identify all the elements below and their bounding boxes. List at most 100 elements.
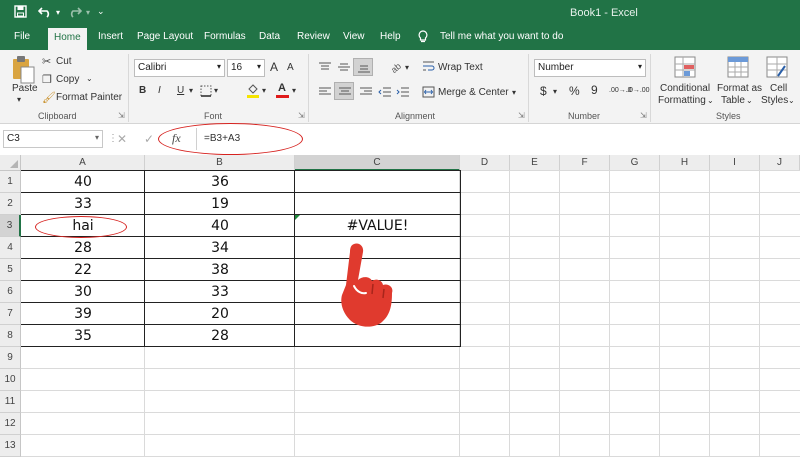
cell-b8[interactable]: 28 (145, 325, 295, 347)
orientation-icon[interactable]: ab (389, 60, 404, 77)
undo-dropdown-icon[interactable]: ▾ (56, 8, 60, 17)
tab-data[interactable]: Data (259, 31, 280, 42)
underline-dropdown-icon[interactable]: ▾ (189, 86, 193, 95)
currency-button[interactable]: $ (540, 84, 547, 98)
format-painter-icon[interactable]: 🖌 (42, 91, 56, 104)
align-middle-icon[interactable] (337, 62, 351, 75)
alignment-launcher-icon[interactable]: ⇲ (518, 111, 525, 120)
row-header-9[interactable]: 9 (0, 347, 21, 369)
cell-styles-dropdown-icon[interactable]: ⌄ (788, 96, 795, 105)
underline-button[interactable]: U (177, 85, 184, 96)
redo-dropdown-icon[interactable]: ▾ (86, 8, 90, 17)
row-header-8[interactable]: 8 (0, 325, 21, 347)
tab-home[interactable]: Home (48, 28, 87, 50)
align-left-icon[interactable] (318, 87, 332, 100)
copy-button[interactable]: Copy (56, 74, 79, 85)
fill-color-dropdown-icon[interactable]: ▾ (262, 86, 266, 95)
tab-file[interactable]: File (14, 31, 30, 42)
cut-button[interactable]: Cut (56, 56, 72, 67)
currency-dropdown-icon[interactable]: ▾ (553, 87, 557, 96)
customize-toolbar-icon[interactable]: ⌄ (97, 6, 105, 17)
cell-a5[interactable]: 22 (21, 259, 145, 281)
paste-dropdown-icon[interactable]: ▾ (17, 95, 21, 104)
merge-dropdown-icon[interactable]: ▾ (512, 88, 516, 97)
row-header-11[interactable]: 11 (0, 391, 21, 413)
tell-me-search[interactable]: Tell me what you want to do (440, 31, 563, 42)
increase-indent-icon[interactable] (396, 87, 410, 100)
column-header-g[interactable]: G (610, 155, 660, 171)
cell-a2[interactable]: 33 (21, 193, 145, 215)
row-header-3[interactable]: 3 (0, 215, 21, 237)
font-size-select[interactable]: 16 ▾ (227, 59, 265, 77)
font-color-dropdown-icon[interactable]: ▾ (292, 86, 296, 95)
cell-b6[interactable]: 33 (145, 281, 295, 303)
percent-button[interactable]: % (569, 84, 580, 98)
font-launcher-icon[interactable]: ⇲ (298, 111, 305, 120)
column-header-h[interactable]: H (660, 155, 710, 171)
cell-styles-icon[interactable] (766, 56, 788, 81)
tab-view[interactable]: View (343, 31, 365, 42)
row-header-5[interactable]: 5 (0, 259, 21, 281)
row-header-10[interactable]: 10 (0, 369, 21, 391)
conditional-dropdown-icon[interactable]: ⌄ (707, 96, 714, 105)
row-header-13[interactable]: 13 (0, 435, 21, 457)
redo-icon[interactable] (68, 5, 83, 21)
borders-dropdown-icon[interactable]: ▾ (214, 86, 218, 95)
copy-icon[interactable]: ❐ (42, 73, 52, 86)
undo-icon[interactable] (37, 5, 52, 21)
cell-a8[interactable]: 35 (21, 325, 145, 347)
borders-icon[interactable] (200, 85, 212, 100)
tab-formulas[interactable]: Formulas (204, 31, 246, 42)
cell-b3[interactable]: 40 (145, 215, 295, 237)
wrap-text-icon[interactable] (422, 60, 435, 75)
align-center-icon[interactable] (334, 82, 354, 100)
italic-button[interactable]: I (158, 85, 161, 96)
paste-button[interactable]: Paste (12, 83, 38, 94)
tab-insert[interactable]: Insert (98, 31, 123, 42)
cell-a4[interactable]: 28 (21, 237, 145, 259)
fill-color-icon[interactable] (246, 83, 260, 101)
format-table-dropdown-icon[interactable]: ⌄ (746, 96, 753, 105)
orientation-dropdown-icon[interactable]: ▾ (405, 63, 409, 72)
column-header-a[interactable]: A (21, 155, 145, 171)
column-header-j[interactable]: J (760, 155, 800, 171)
font-name-select[interactable]: Calibri ▾ (134, 59, 225, 77)
column-header-e[interactable]: E (510, 155, 560, 171)
select-all-corner[interactable] (0, 155, 21, 171)
tab-review[interactable]: Review (297, 31, 330, 42)
cell-styles-button[interactable]: Cell (770, 83, 787, 94)
clipboard-launcher-icon[interactable]: ⇲ (118, 111, 125, 120)
row-header-12[interactable]: 12 (0, 413, 21, 435)
cancel-icon[interactable]: ✕ (117, 132, 127, 146)
column-header-f[interactable]: F (560, 155, 610, 171)
row-header-1[interactable]: 1 (0, 171, 21, 193)
align-right-icon[interactable] (359, 87, 373, 100)
comma-style-button[interactable]: 9 (591, 83, 598, 97)
row-header-6[interactable]: 6 (0, 281, 21, 303)
format-as-table-icon[interactable] (727, 56, 749, 81)
paste-icon[interactable] (10, 55, 36, 85)
name-box[interactable]: C3 ▾ (3, 130, 103, 148)
column-header-d[interactable]: D (460, 155, 510, 171)
conditional-formatting-button[interactable]: Conditional (660, 83, 710, 94)
column-header-b[interactable]: B (145, 155, 295, 171)
number-launcher-icon[interactable]: ⇲ (640, 111, 647, 120)
row-header-7[interactable]: 7 (0, 303, 21, 325)
column-header-i[interactable]: I (710, 155, 760, 171)
cell-b2[interactable]: 19 (145, 193, 295, 215)
row-header-4[interactable]: 4 (0, 237, 21, 259)
format-as-table-button[interactable]: Format as (717, 83, 762, 94)
align-top-icon[interactable] (318, 62, 332, 75)
cut-icon[interactable]: ✂ (42, 55, 51, 68)
cell-c3[interactable]: #VALUE! (295, 215, 460, 237)
wrap-text-button[interactable]: Wrap Text (438, 62, 483, 73)
cell-b7[interactable]: 20 (145, 303, 295, 325)
cell-a7[interactable]: 39 (21, 303, 145, 325)
enter-icon[interactable]: ✓ (144, 132, 154, 146)
save-icon[interactable] (14, 5, 27, 21)
cell-a6[interactable]: 30 (21, 281, 145, 303)
format-painter-button[interactable]: Format Painter (56, 92, 122, 103)
row-header-2[interactable]: 2 (0, 193, 21, 215)
merge-center-icon[interactable] (422, 86, 435, 101)
decrease-indent-icon[interactable] (378, 87, 392, 100)
